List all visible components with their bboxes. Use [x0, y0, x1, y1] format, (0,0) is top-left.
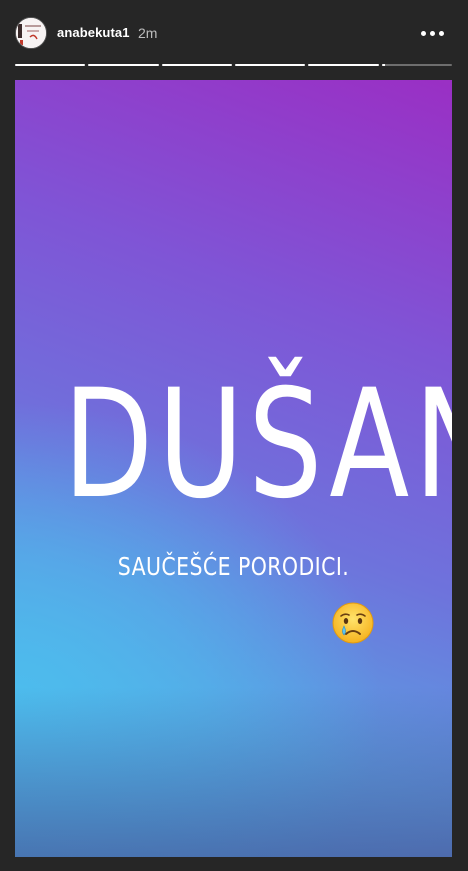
- progress-segment: [161, 64, 232, 66]
- progress-segment: [88, 64, 159, 66]
- story-headline-text: DUŠAN: [63, 358, 452, 532]
- progress-segment: [15, 64, 86, 66]
- username[interactable]: anabekuta1: [57, 25, 130, 40]
- more-options-icon-dot: [438, 30, 444, 36]
- more-options-icon-dot: [429, 30, 435, 36]
- story-header: anabekuta1 2m: [0, 0, 468, 64]
- story-viewer: anabekuta1 2m DUŠAN SAUČEŠĆE PORODICI.: [0, 0, 468, 871]
- story-bottom-shade: [15, 687, 452, 857]
- progress-segment-fill: [381, 64, 386, 66]
- more-options-button[interactable]: [414, 20, 450, 46]
- progress-segment: [381, 64, 452, 66]
- story-content[interactable]: DUŠAN SAUČEŠĆE PORODICI.: [15, 80, 452, 857]
- avatar[interactable]: [15, 17, 47, 49]
- avatar-image: [16, 18, 46, 48]
- crying-face-emoji-icon: [332, 602, 374, 644]
- progress-segment: [308, 64, 379, 66]
- more-options-icon: [420, 30, 426, 36]
- story-subline-text: SAUČEŠĆE PORODICI.: [117, 552, 350, 581]
- timestamp: 2m: [138, 25, 158, 41]
- story-progress-bar: [15, 64, 452, 67]
- progress-segment: [234, 64, 306, 66]
